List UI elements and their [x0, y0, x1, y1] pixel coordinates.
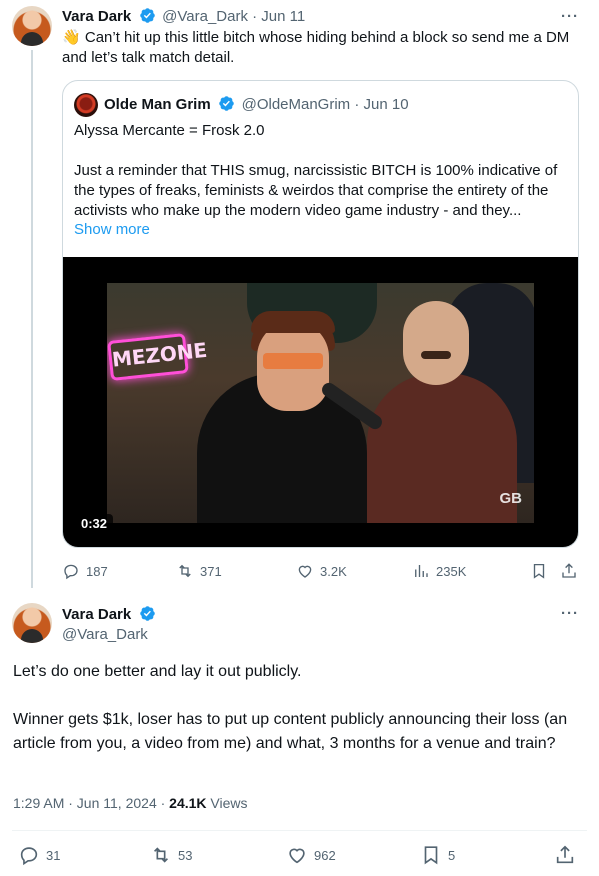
- thread-line: [31, 50, 33, 588]
- quote-avatar[interactable]: [74, 93, 98, 117]
- quote-line1: Alyssa Mercante = Frosk 2.0: [74, 122, 265, 139]
- tweet-header: Vara Dark: [62, 605, 158, 624]
- handle[interactable]: @Vara_Dark: [62, 626, 148, 643]
- video-duration: 0:32: [75, 514, 114, 533]
- share-button[interactable]: [554, 844, 576, 866]
- quote-header: Olde Man Grim @OldeManGrim · Jun 10: [104, 95, 409, 114]
- quote-author-name[interactable]: Olde Man Grim: [104, 96, 211, 113]
- repost-count: 371: [200, 563, 222, 579]
- video-frame: MEZONE GB: [107, 283, 534, 523]
- sunglasses: [263, 353, 323, 369]
- handle-and-time[interactable]: @Vara_Dark · Jun 11: [162, 8, 305, 25]
- show-more-link[interactable]: Show more: [74, 221, 150, 238]
- author-name[interactable]: Vara Dark: [62, 606, 131, 623]
- repost-icon: [179, 564, 191, 578]
- video-player[interactable]: MEZONE GB 0:32: [63, 257, 578, 547]
- neon-sign: MEZONE: [107, 333, 208, 381]
- views-total: 24.1K: [169, 795, 207, 811]
- quote-body: Just a reminder that THIS smug, narcissi…: [74, 162, 558, 219]
- bookmark-icon: [424, 846, 438, 865]
- reply-count: 31: [46, 847, 61, 863]
- tweet-header: Vara Dark @Vara_Dark · Jun 11: [62, 7, 305, 26]
- views-icon: [415, 565, 428, 577]
- wave-emoji: 👋: [62, 29, 81, 46]
- bookmark-count: 5: [448, 847, 456, 863]
- hair-fringe: [251, 311, 335, 333]
- bookmark-button[interactable]: 5: [420, 844, 455, 866]
- repost-button[interactable]: 53: [150, 844, 192, 866]
- views-button[interactable]: 235K: [412, 562, 466, 580]
- bookmark-button[interactable]: [530, 562, 548, 580]
- like-icon: [289, 848, 305, 864]
- reply-icon: [20, 847, 38, 866]
- share-button[interactable]: [560, 562, 578, 580]
- verified-badge-icon: [219, 96, 234, 111]
- tweet-meta: 1:29 AM · Jun 11, 2024 · 24.1K Views: [13, 795, 248, 811]
- quote-handle-and-time: @OldeManGrim · Jun 10: [241, 96, 409, 113]
- verified-badge-icon: [139, 606, 155, 621]
- like-button[interactable]: 962: [286, 844, 336, 866]
- verified-badge-icon: [139, 8, 155, 23]
- bookmark-icon: [533, 563, 545, 579]
- reply-count: 187: [86, 563, 108, 579]
- more-icon[interactable]: ···: [561, 8, 579, 25]
- views-label: Views: [206, 795, 248, 811]
- more-icon[interactable]: ···: [561, 605, 579, 622]
- repost-icon: [153, 847, 169, 863]
- views-count: 235K: [436, 563, 467, 579]
- watermark: GB: [499, 490, 523, 507]
- like-icon: [298, 565, 312, 578]
- tweet-text: 👋 Can’t hit up this little bitch whose h…: [62, 28, 577, 68]
- mustache: [421, 351, 451, 359]
- repost-button[interactable]: 371: [176, 562, 222, 580]
- timestamp[interactable]: 1:29 AM · Jun 11, 2024 ·: [13, 795, 169, 811]
- avatar[interactable]: [12, 603, 52, 643]
- like-count: 3.2K: [320, 563, 347, 579]
- divider: [12, 830, 587, 831]
- like-button[interactable]: 3.2K: [296, 562, 347, 580]
- video-person-right: [367, 373, 517, 523]
- tweet-body: Can’t hit up this little bitch whose hid…: [62, 29, 570, 66]
- quoted-tweet[interactable]: Olde Man Grim @OldeManGrim · Jun 10 Alys…: [62, 80, 579, 548]
- reply-button[interactable]: 31: [18, 844, 60, 866]
- tweet-para-1: Let’s do one better and lay it out publi…: [13, 663, 302, 680]
- reply-icon: [64, 564, 78, 580]
- author-name[interactable]: Vara Dark: [62, 8, 131, 25]
- like-count: 962: [314, 847, 336, 863]
- video-person-right-head: [403, 301, 469, 385]
- share-icon: [562, 563, 576, 578]
- share-icon: [556, 845, 574, 864]
- reply-button[interactable]: 187: [62, 562, 108, 580]
- tweet-para-2: Winner gets $1k, loser has to put up con…: [13, 711, 568, 752]
- repost-count: 53: [178, 847, 193, 863]
- avatar[interactable]: [12, 6, 52, 46]
